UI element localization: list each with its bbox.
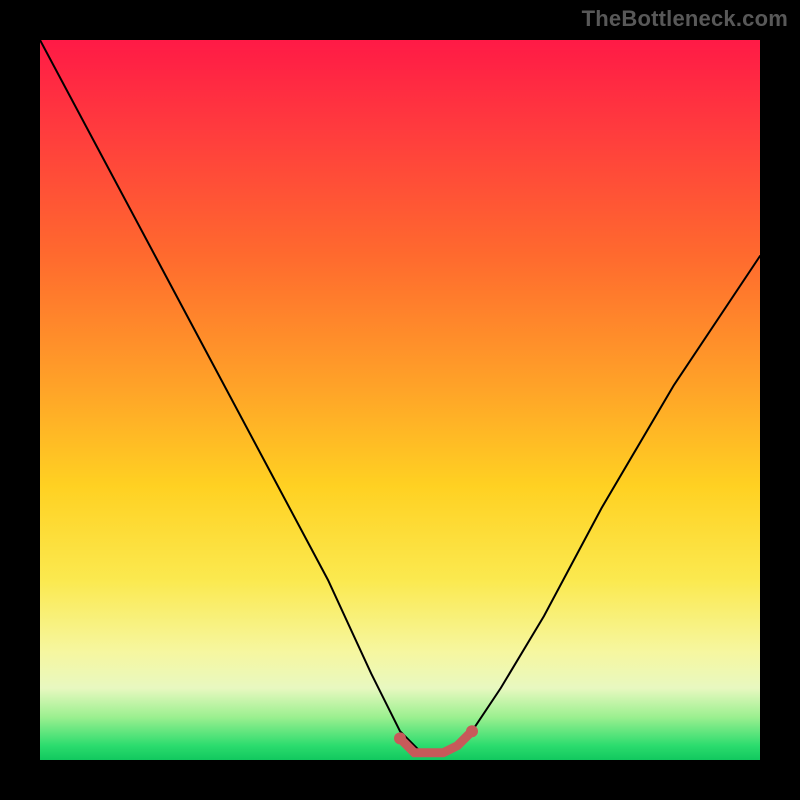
chart-frame: TheBottleneck.com — [0, 0, 800, 800]
plot-area — [40, 40, 760, 760]
bottleneck-curve — [40, 40, 760, 753]
watermark-text: TheBottleneck.com — [582, 6, 788, 32]
valley-endpoint-1 — [466, 725, 478, 737]
valley-endpoint-0 — [394, 732, 406, 744]
chart-svg — [40, 40, 760, 760]
